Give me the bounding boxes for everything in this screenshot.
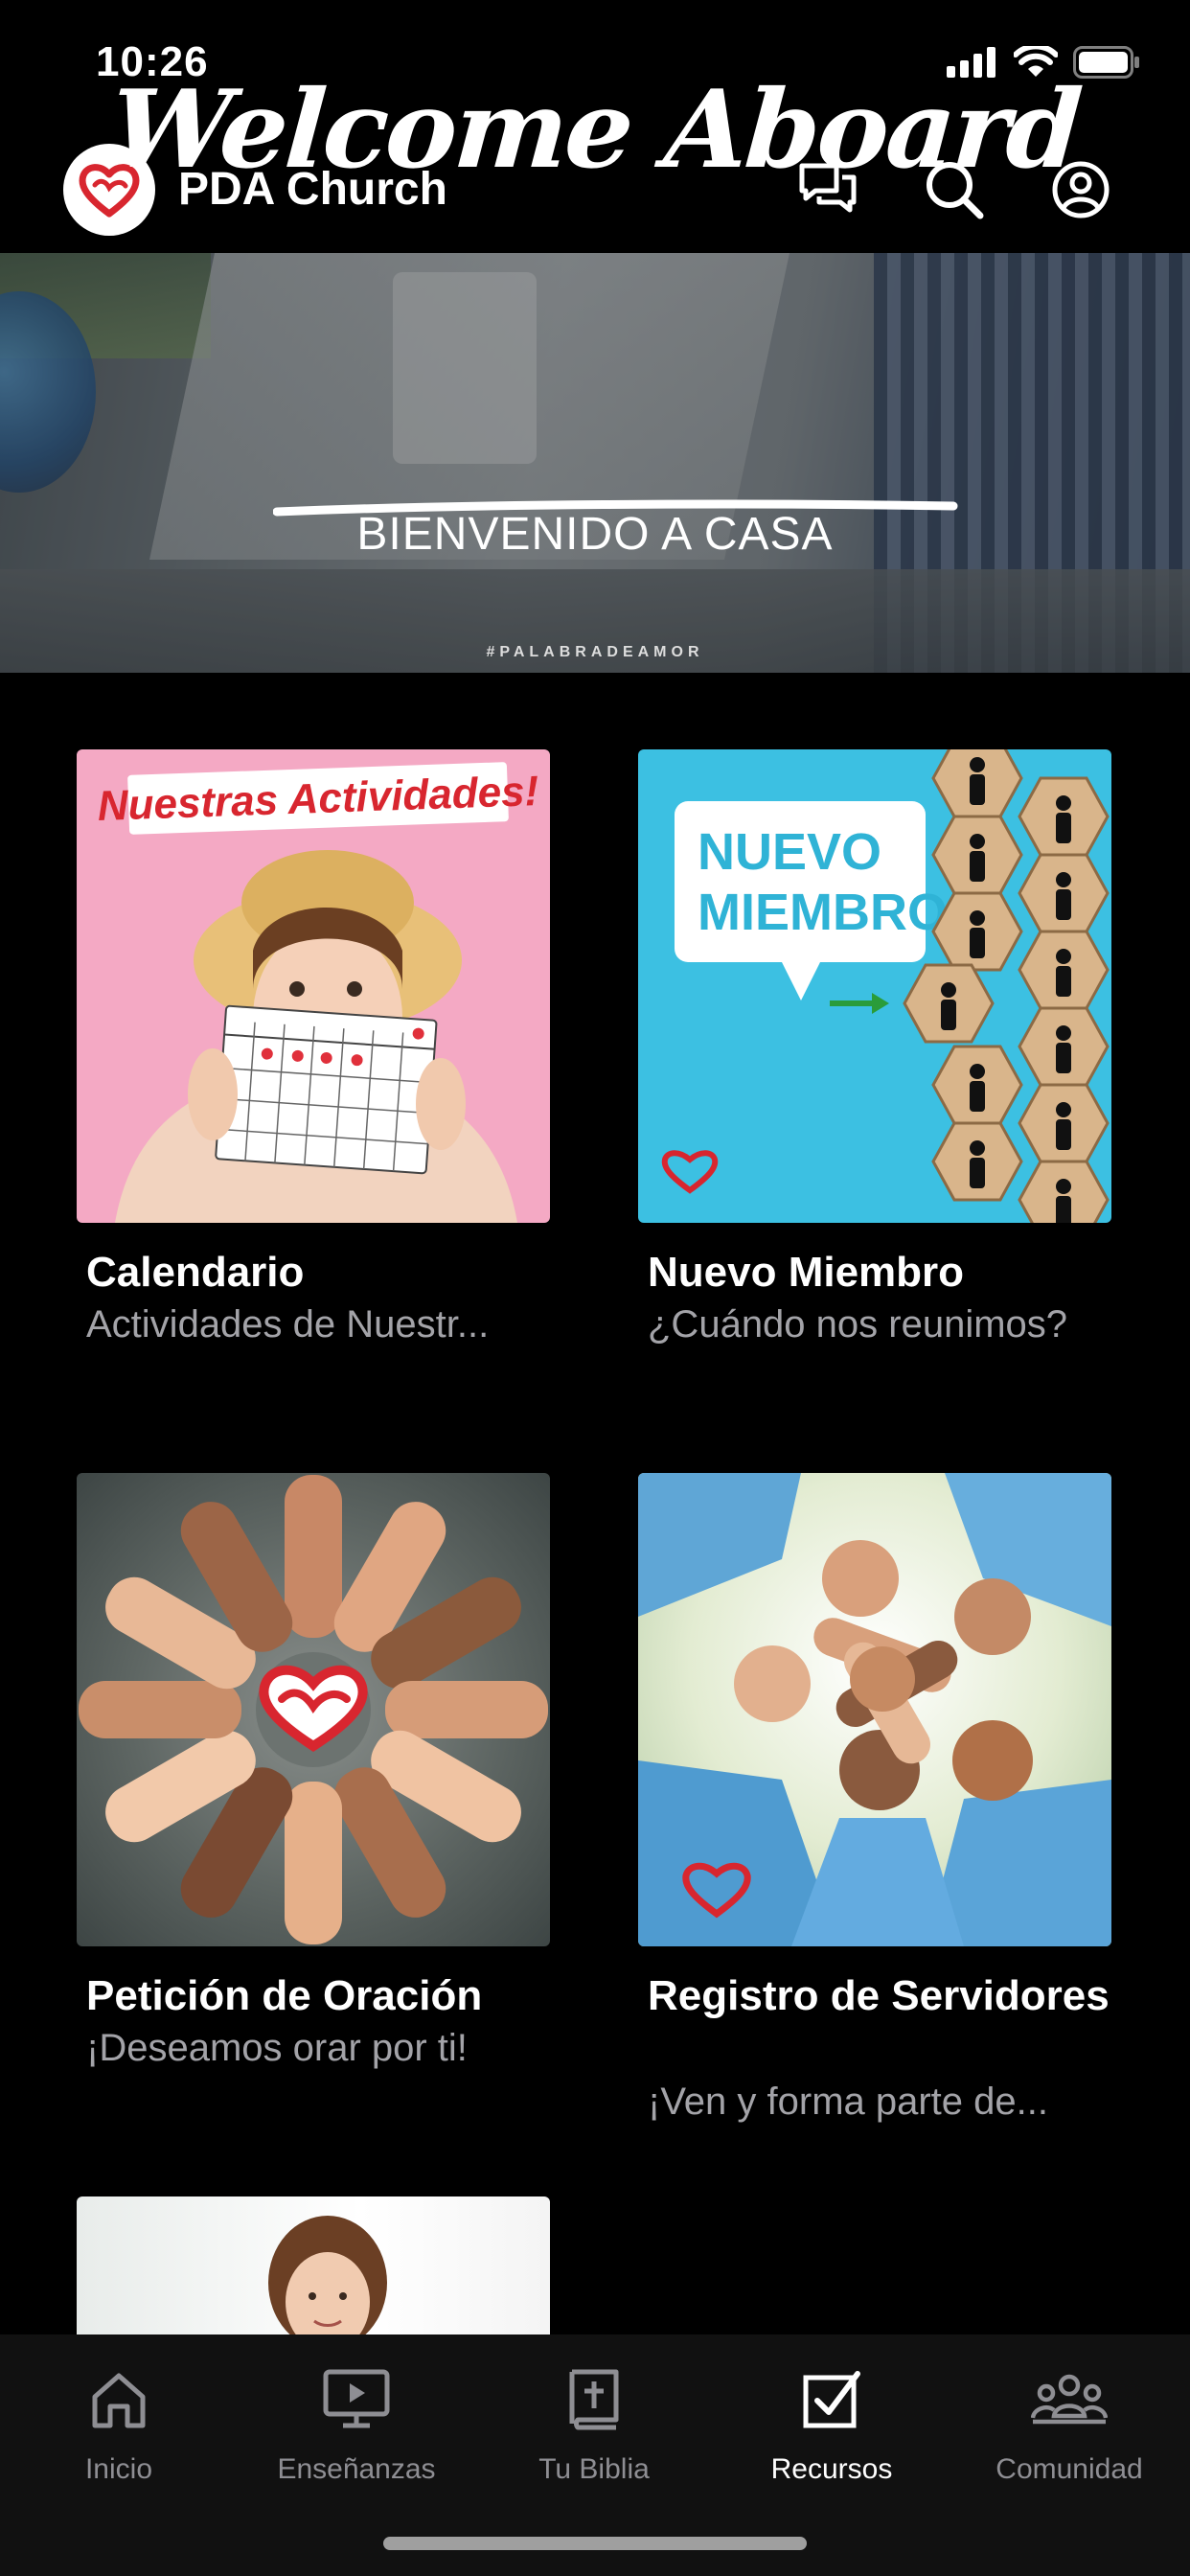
welcome-banner[interactable] xyxy=(0,253,1190,673)
tab-inicio[interactable]: Inicio xyxy=(0,2358,238,2501)
tab-label: Recursos xyxy=(770,2453,893,2485)
tab-ensenanzas[interactable]: Enseñanzas xyxy=(238,2358,475,2501)
tab-label: Comunidad xyxy=(995,2453,1143,2485)
video-icon xyxy=(323,2369,390,2428)
card-title: Petición de Oración xyxy=(86,1972,483,2019)
registro-servidores-thumbnail xyxy=(638,1473,1111,1946)
peticion-oracion-thumbnail xyxy=(77,1473,550,1946)
community-icon xyxy=(1031,2374,1108,2425)
card-subtitle: ¡Deseamos orar por ti! xyxy=(86,2027,468,2069)
card-subtitle: ¿Cuándo nos reunimos? xyxy=(648,1303,1068,1346)
calendario-thumbnail: Nuestras Actividades! xyxy=(77,749,550,1223)
nuevo-miembro-thumbnail: NUEVO MIEMBRO xyxy=(638,749,1111,1223)
tab-comunidad[interactable]: Comunidad xyxy=(950,2358,1188,2501)
home-indicator[interactable] xyxy=(383,2537,807,2550)
nuevo-miembro-image-line: MIEMBRO xyxy=(698,884,948,941)
banner-subtitle: BIENVENIDO A CASA xyxy=(356,509,834,560)
tab-recursos[interactable]: Recursos xyxy=(713,2358,950,2501)
card-title: Nuevo Miembro xyxy=(648,1249,965,1296)
tab-label: Enseñanzas xyxy=(277,2453,436,2485)
tab-label: Tu Biblia xyxy=(538,2453,650,2485)
bible-icon xyxy=(569,2369,619,2430)
card-subtitle: Actividades de Nuestr... xyxy=(86,1303,490,1346)
banner-hashtag: #PALABRADEAMOR xyxy=(486,644,704,660)
home-icon xyxy=(92,2373,146,2428)
card-subtitle: ¡Ven y forma parte de... xyxy=(648,2081,1048,2123)
tab-tu-biblia[interactable]: Tu Biblia xyxy=(475,2358,713,2501)
tab-label: Inicio xyxy=(84,2453,153,2485)
banner-title: Welcome Aboard xyxy=(106,67,1084,193)
nuevo-miembro-image-line: NUEVO xyxy=(698,823,881,881)
card-title: Registro de Servidores xyxy=(648,1972,1110,2019)
partial-thumbnail xyxy=(77,2196,550,2334)
card-title: Calendario xyxy=(86,1249,305,1296)
checkbox-icon xyxy=(803,2371,860,2428)
